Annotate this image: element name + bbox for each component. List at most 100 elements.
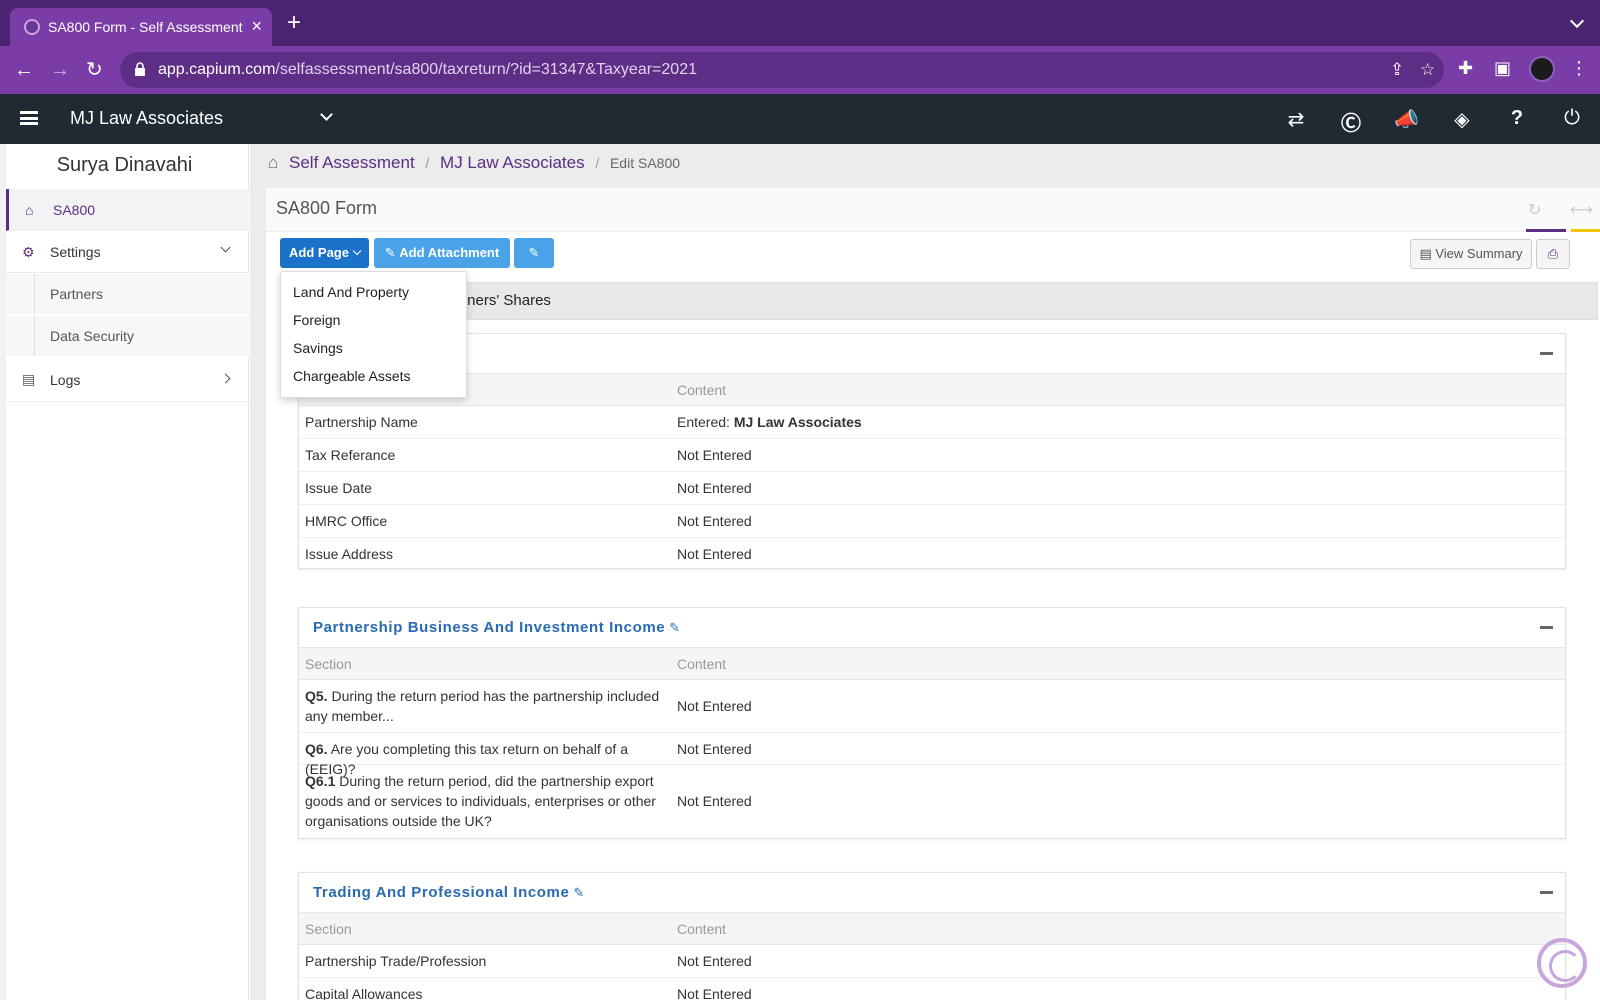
menu-item-chargeable-assets[interactable]: Chargeable Assets bbox=[293, 368, 411, 384]
card-title-text: Partnership Business And Investment Inco… bbox=[313, 619, 666, 636]
view-summary-label: View Summary bbox=[1435, 246, 1523, 261]
paperclip-icon: ✎ bbox=[384, 245, 400, 260]
forward-icon[interactable]: → bbox=[50, 58, 70, 82]
help-icon[interactable]: ? bbox=[1505, 107, 1529, 130]
collapse-icon[interactable] bbox=[1540, 891, 1553, 894]
bookmark-star-icon[interactable]: ☆ bbox=[1420, 60, 1435, 80]
accent-bar bbox=[1571, 229, 1600, 232]
profile-avatar[interactable] bbox=[1529, 56, 1555, 82]
breadcrumb-self-assessment[interactable]: Self Assessment bbox=[289, 153, 415, 172]
add-page-button[interactable]: Add Page bbox=[280, 238, 369, 268]
menu-item-land-and-property[interactable]: Land And Property bbox=[293, 284, 409, 300]
view-summary-button[interactable]: ▤ View Summary bbox=[1410, 239, 1532, 269]
table-row: Capital Allowances Not Entered bbox=[299, 978, 1565, 1000]
home-icon: ⌂ bbox=[25, 202, 34, 218]
row-section: Partnership Trade/Profession bbox=[305, 953, 487, 969]
sidebar-item-label: Data Security bbox=[50, 328, 135, 344]
expand-icon[interactable]: ⟷ bbox=[1570, 200, 1593, 220]
home-icon[interactable]: ⌂ bbox=[268, 153, 278, 173]
edit-icon[interactable]: ✎ bbox=[573, 885, 585, 900]
back-icon[interactable]: ← bbox=[14, 58, 34, 82]
sidebar-item-logs[interactable]: ▤ Logs bbox=[6, 358, 249, 402]
sidebar-item-label: Settings bbox=[50, 244, 101, 260]
capium-icon[interactable]: Ⓒ bbox=[1339, 107, 1363, 136]
megaphone-icon[interactable]: 📣 bbox=[1394, 107, 1419, 132]
sidebar-item-label: Partners bbox=[50, 286, 103, 302]
edit-button[interactable]: ✎ bbox=[514, 238, 554, 268]
switch-icon[interactable]: ⇄ bbox=[1284, 107, 1308, 132]
card-header: Trading And Professional Income ✎ bbox=[299, 873, 1565, 913]
sidebar-item-data-security[interactable]: Data Security bbox=[6, 316, 249, 356]
add-attachment-button[interactable]: ✎ Add Attachment bbox=[374, 238, 510, 268]
share-icon[interactable]: ⇪ bbox=[1390, 60, 1404, 80]
browser-menu-icon[interactable]: ⋮ bbox=[1570, 58, 1588, 79]
row-section: Q6.1 During the return period, did the p… bbox=[305, 771, 670, 831]
add-page-label: Add Page bbox=[289, 245, 349, 260]
table-header: Content bbox=[299, 374, 1565, 406]
sidebar-item-sa800[interactable]: ⌂ SA800 bbox=[6, 189, 249, 231]
row-section: Partnership Name bbox=[305, 414, 418, 430]
power-icon[interactable]: ⏻ bbox=[1560, 107, 1584, 130]
table-row: Issue Date Not Entered bbox=[299, 472, 1565, 505]
row-content: Not Entered bbox=[677, 793, 752, 809]
row-content: Entered: MJ Law Associates bbox=[677, 412, 862, 432]
tree-line bbox=[34, 274, 35, 314]
partnership-details-card: Content Partnership Name Entered: MJ Law… bbox=[298, 333, 1566, 569]
menu-item-savings[interactable]: Savings bbox=[293, 340, 343, 356]
side-panel-icon[interactable]: ▣ bbox=[1494, 58, 1511, 79]
sidebar-item-label: Logs bbox=[50, 372, 81, 388]
row-content: Not Entered bbox=[677, 513, 752, 529]
extensions-icon[interactable]: ✚ bbox=[1458, 58, 1473, 79]
table-row: HMRC Office Not Entered bbox=[299, 505, 1565, 538]
row-section: Capital Allowances bbox=[305, 986, 423, 1000]
add-page-dropdown: Land And Property Foreign Savings Charge… bbox=[280, 271, 467, 398]
chevron-right-icon bbox=[220, 373, 231, 384]
card-title[interactable]: Trading And Professional Income ✎ bbox=[313, 884, 585, 901]
ticket-icon[interactable]: ◈ bbox=[1450, 107, 1474, 132]
pdf-button[interactable]: ⎙ bbox=[1536, 239, 1570, 269]
refresh-icon[interactable]: ↻ bbox=[1528, 200, 1541, 220]
business-income-card: Partnership Business And Investment Inco… bbox=[298, 607, 1566, 839]
table-header: Section Content bbox=[299, 648, 1565, 680]
help-widget-icon[interactable] bbox=[1537, 938, 1587, 988]
row-section: Tax Referance bbox=[305, 447, 396, 463]
new-tab-button[interactable]: + bbox=[287, 10, 301, 36]
breadcrumb-client[interactable]: MJ Law Associates bbox=[440, 153, 585, 172]
collapse-icon[interactable] bbox=[1540, 626, 1553, 629]
card-title[interactable]: Partnership Business And Investment Inco… bbox=[313, 619, 681, 636]
chevron-down-icon[interactable] bbox=[320, 108, 333, 121]
organization-name[interactable]: MJ Law Associates bbox=[70, 108, 223, 129]
menu-item-foreign[interactable]: Foreign bbox=[293, 312, 340, 328]
breadcrumb-separator: / bbox=[595, 155, 600, 171]
hamburger-menu-icon[interactable] bbox=[20, 111, 38, 125]
browser-tab-bar: SA800 Form - Self Assessment × + bbox=[0, 0, 1600, 46]
close-tab-icon[interactable]: × bbox=[251, 16, 262, 36]
column-section: Section bbox=[305, 921, 352, 937]
url-path: /selfassessment/sa800/taxreturn/?id=3134… bbox=[275, 61, 697, 78]
question-number: Q6. bbox=[305, 741, 328, 757]
card-title-text: Trading And Professional Income bbox=[313, 884, 570, 901]
row-content: Not Entered bbox=[677, 953, 752, 969]
accent-bar bbox=[1526, 229, 1566, 232]
column-section: Section bbox=[305, 656, 352, 672]
user-name: Surya Dinavahi bbox=[56, 154, 193, 176]
reload-icon[interactable]: ↻ bbox=[86, 58, 103, 82]
row-content: Not Entered bbox=[677, 447, 752, 463]
url-host: app.capium.com bbox=[158, 61, 276, 78]
row-section: Issue Date bbox=[305, 480, 372, 496]
table-row: Partnership Name Entered: MJ Law Associa… bbox=[299, 406, 1565, 439]
trading-income-card: Trading And Professional Income ✎ Section… bbox=[298, 872, 1566, 1000]
browser-tab[interactable]: SA800 Form - Self Assessment × bbox=[10, 8, 272, 46]
tree-line bbox=[34, 316, 35, 356]
table-row: Q6.1 During the return period, did the p… bbox=[299, 765, 1565, 838]
sidebar-item-settings[interactable]: ⚙ Settings bbox=[6, 231, 249, 273]
collapse-icon[interactable] bbox=[1540, 352, 1553, 355]
page-title: SA800 Form bbox=[276, 198, 378, 218]
sidebar-item-partners[interactable]: Partners bbox=[6, 274, 249, 314]
tab-partners-shares[interactable]: tners' Shares bbox=[463, 292, 551, 309]
edit-icon[interactable]: ✎ bbox=[669, 620, 681, 635]
url-text: app.capium.com/selfassessment/sa800/taxr… bbox=[158, 61, 697, 79]
pdf-icon: ⎙ bbox=[1547, 246, 1559, 261]
address-bar[interactable]: app.capium.com/selfassessment/sa800/taxr… bbox=[120, 52, 1444, 88]
tab-search-chevron-icon[interactable] bbox=[1569, 13, 1585, 29]
